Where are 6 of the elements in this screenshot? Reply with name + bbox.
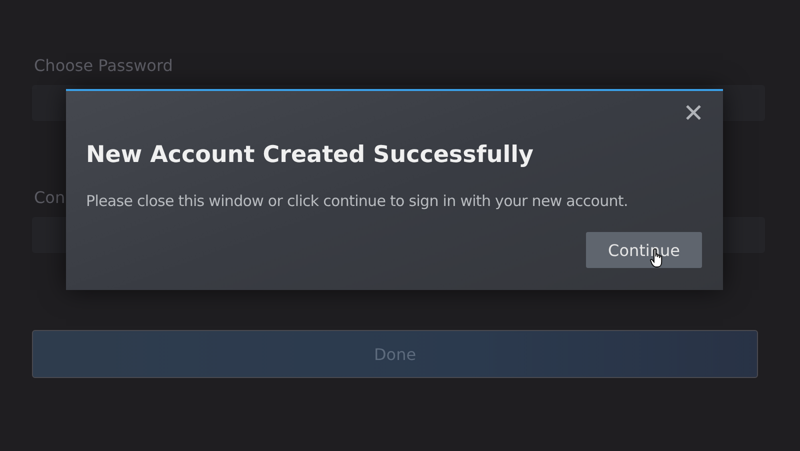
close-icon[interactable] <box>685 104 702 121</box>
field-label: Con <box>34 188 66 208</box>
continue-button[interactable]: Continue <box>586 232 702 268</box>
dialog-title: New Account Created Successfully <box>86 141 534 170</box>
dialog-message: Please close this window or click continue to sign in with your new account. <box>86 191 629 211</box>
field-label: Choose Password <box>34 56 173 76</box>
